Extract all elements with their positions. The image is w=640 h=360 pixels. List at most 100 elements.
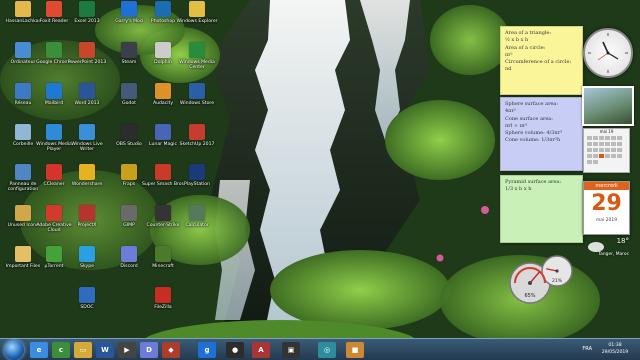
store-icon — [189, 83, 205, 99]
cpu-percent-label: 65% — [524, 293, 535, 299]
adobe-icon — [46, 205, 62, 221]
taskbar-item-discord[interactable]: D — [140, 342, 158, 358]
wondershare-icon — [79, 164, 95, 180]
note-line: ½ x b x h — [505, 37, 529, 44]
taskbar-item-word[interactable]: W — [96, 342, 114, 358]
playstation-icon — [189, 164, 205, 180]
desktop-icon[interactable]: Wondershare — [64, 163, 110, 205]
desktop-icon[interactable]: Windows Live Writer — [64, 123, 110, 165]
calendar-grid-icon — [587, 136, 622, 164]
game-icon — [155, 246, 171, 262]
desktop-icon[interactable]: Windows Store — [174, 82, 220, 124]
taskbar-item-app[interactable]: A — [252, 342, 270, 358]
fraps-icon — [121, 164, 137, 180]
excel-icon — [79, 1, 95, 17]
taskbar: e c ▭ W ▶ D ◆ g ● A ▣ ◎ ■ FRA 01:38 29/05/2019 — [0, 338, 640, 360]
powerpoint-icon — [79, 42, 95, 58]
taskbar-icon: ◆ — [168, 346, 174, 354]
calendar-day-gadget[interactable]: mercredi 29 mai 2019 — [583, 181, 630, 235]
taskbar-item-gmod[interactable]: g — [198, 342, 216, 358]
photoshop-icon — [155, 1, 171, 17]
taskbar-item-app3[interactable]: ◎ — [318, 342, 336, 358]
mail-icon — [46, 83, 62, 99]
pdf-icon — [46, 1, 62, 17]
obs-icon — [121, 124, 137, 140]
taskbar-item-media[interactable]: ▶ — [118, 342, 136, 358]
desktop-icon[interactable]: Minecraft — [140, 245, 186, 287]
cpu-meter-gadget[interactable]: 65% 21% — [505, 254, 575, 306]
torrent-icon — [46, 246, 62, 262]
weather-gadget[interactable]: 18° Tanger, Maroc — [585, 237, 631, 263]
network-icon — [15, 83, 31, 99]
game-icon — [121, 83, 137, 99]
desktop-icon[interactable]: Word 2013 — [64, 82, 110, 124]
desktop-icon[interactable]: PlayStation — [174, 163, 220, 205]
taskbar-item-obs[interactable]: ● — [226, 342, 244, 358]
cloud-icon — [588, 242, 604, 252]
language-indicator[interactable]: FRA — [582, 346, 592, 353]
taskbar-icon: ◎ — [323, 346, 331, 354]
taskbar-icon: A — [258, 346, 264, 354]
weather-temperature: 18° — [616, 237, 629, 245]
desktop-icon[interactable]: Windows Media Center — [174, 41, 220, 83]
desktop-icon-label: Skype — [80, 264, 94, 269]
game-icon — [155, 164, 171, 180]
desktop-icon[interactable]: Skype — [64, 245, 110, 287]
desktop-icon-label: FileZilla — [154, 305, 172, 310]
desktop-icon[interactable]: PowerPoint 2013 — [64, 41, 110, 83]
desktop-icon-label: SDOC — [80, 305, 94, 310]
desktop: HassanLachkar Ordinateur Réseau Corbeille Pa… — [0, 0, 640, 360]
desktop-icon-label: Windows Live Writer — [71, 142, 103, 152]
game-icon — [155, 205, 171, 221]
calculator-icon — [189, 205, 205, 221]
desktop-icon[interactable]: SDOC — [64, 286, 110, 328]
desktop-icon-label: Excel 2013 — [74, 19, 100, 24]
desktop-icon-label: Calculator — [185, 223, 209, 228]
discord-icon — [121, 246, 137, 262]
note-line: Cone volume: 1/3πr²h — [505, 137, 561, 144]
clock-face-icon — [588, 33, 628, 73]
calendar-weekday: mercredi — [584, 182, 629, 190]
folder-icon — [15, 205, 31, 221]
media-player-icon — [46, 124, 62, 140]
desktop-icon-label: Windows Media Center — [179, 60, 215, 70]
taskbar-item-app4[interactable]: ■ — [346, 342, 364, 358]
control-panel-icon — [15, 164, 31, 180]
sticky-note-pyramid[interactable]: Pyramid surface area: 1/3 x b x h — [500, 175, 583, 243]
desktop-icon[interactable]: Excel 2013 — [64, 0, 110, 42]
media-center-icon — [189, 42, 205, 58]
desktop-icon[interactable]: Calculator — [174, 204, 220, 246]
taskbar-item-explorer[interactable]: ▭ — [74, 342, 92, 358]
desktop-icon-label: PowerPoint 2013 — [67, 60, 107, 65]
taskbar-icon: W — [101, 346, 109, 354]
desktop-icon[interactable]: FileZilla — [140, 286, 186, 328]
taskbar-item-chrome[interactable]: c — [52, 342, 70, 358]
taskbar-icon: ■ — [351, 346, 359, 354]
clock-gadget[interactable] — [583, 28, 633, 78]
taskbar-item-game[interactable]: ◆ — [162, 342, 180, 358]
desktop-icon-label: Windows Store — [179, 101, 215, 106]
desktop-icon-label: ProjectX — [77, 223, 97, 228]
taskbar-icon: ▭ — [79, 346, 87, 354]
folder-icon — [15, 246, 31, 262]
tray-time[interactable]: 01:38 — [596, 343, 634, 349]
slideshow-gadget[interactable] — [582, 86, 634, 126]
tray-date[interactable]: 29/05/2019 — [596, 350, 634, 356]
folder-icon — [15, 1, 31, 17]
steam-icon — [121, 42, 137, 58]
taskbar-item-app2[interactable]: ▣ — [282, 342, 300, 358]
gmod-icon — [121, 1, 137, 17]
skype-icon — [79, 246, 95, 262]
note-line: 1/3 x b x h — [505, 186, 532, 193]
note-line: Sphere volume: 4/3πr³ — [505, 130, 563, 137]
desktop-icon[interactable]: ProjectX — [64, 204, 110, 246]
taskbar-item-internet-explorer[interactable]: e — [30, 342, 48, 358]
sticky-note-area-formulas[interactable]: Area of a triangle: ½ x b x h Area of a … — [500, 26, 583, 95]
doc-icon — [79, 287, 95, 303]
desktop-icon[interactable]: Windows Explorer — [174, 0, 220, 42]
word-icon — [79, 83, 95, 99]
sticky-note-volume-formulas[interactable]: Sphere surface area: 4πr² Cone surface a… — [500, 97, 583, 171]
start-button[interactable] — [4, 340, 24, 360]
calendar-month-gadget[interactable]: mai 19 — [583, 128, 630, 173]
desktop-icon[interactable]: SketchUp 2017 — [174, 123, 220, 165]
